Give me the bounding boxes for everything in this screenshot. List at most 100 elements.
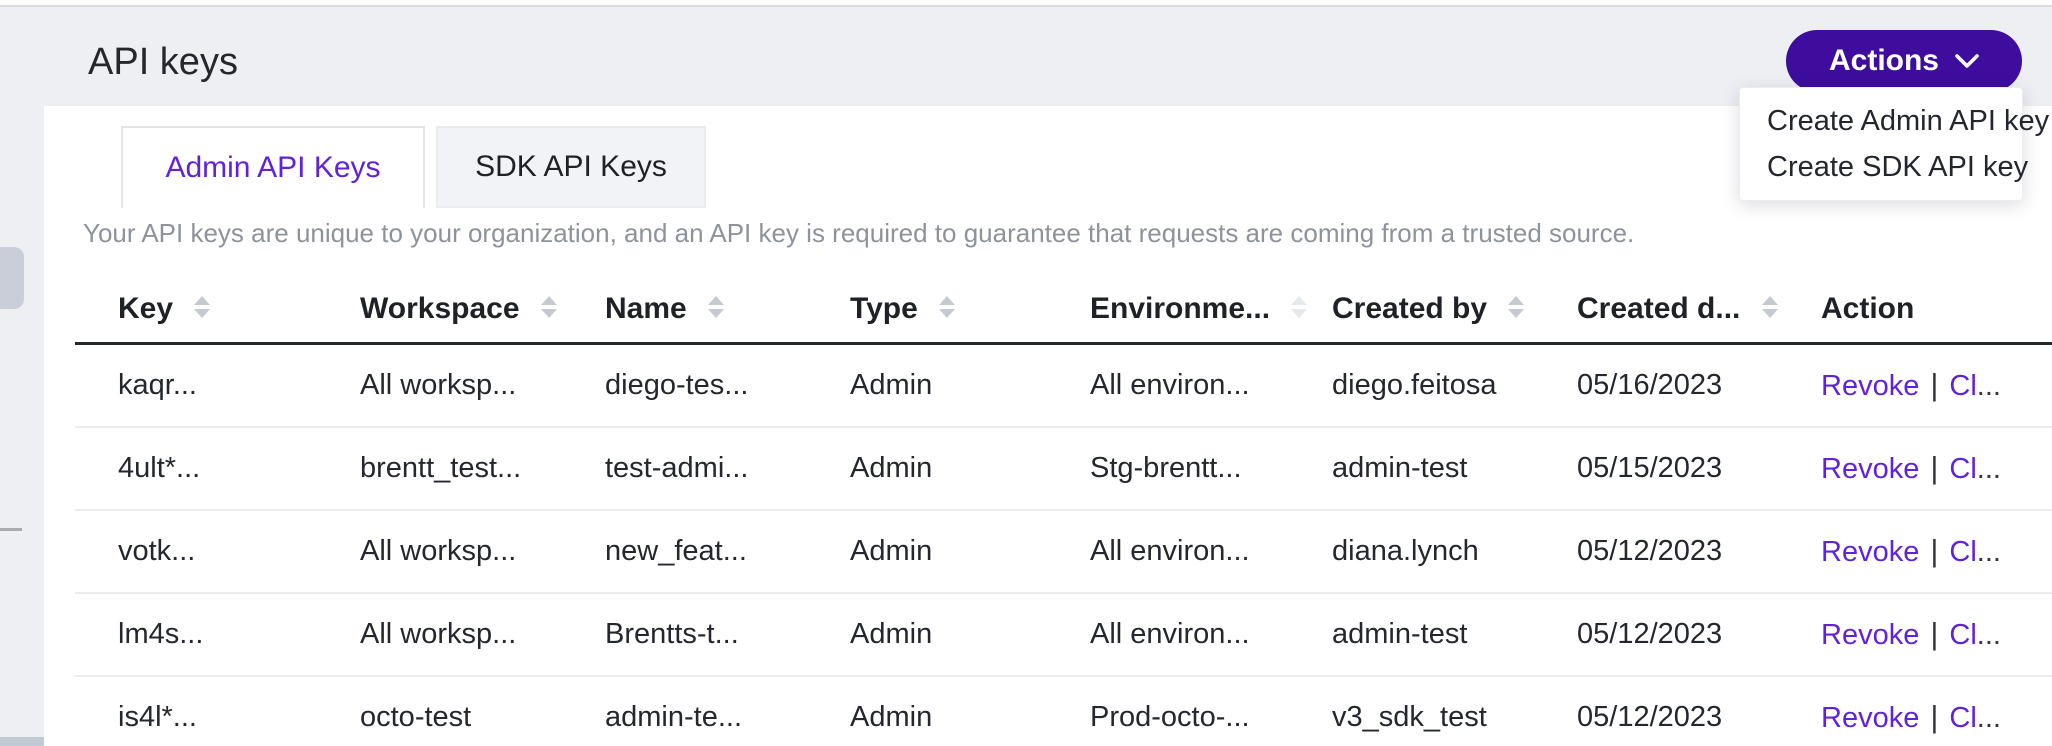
table-row: 4ult*... brentt_test... test-admi... Adm… [75,427,2052,510]
menu-item-create-sdk-api-key[interactable]: Create SDK API key [1740,144,2022,190]
table-row: kaqr... All worksp... diego-tes... Admin… [75,344,2052,427]
column-header-created-by[interactable]: Created by [1332,272,1577,344]
truncation-ellipsis: ... [1977,702,2001,734]
column-header-type[interactable]: Type [850,272,1090,344]
cell-name: test-admi... [605,427,850,510]
sort-icon [541,296,557,318]
cell-environment: Stg-brentt... [1090,427,1332,510]
action-separator: | [1930,699,1938,734]
revoke-link[interactable]: Revoke [1821,619,1919,651]
page-title: API keys [88,35,238,89]
revoke-link[interactable]: Revoke [1821,370,1919,402]
revoke-link[interactable]: Revoke [1821,536,1919,568]
cell-name: diego-tes... [605,344,850,427]
action-cell: Revoke|Cl... [1821,593,2052,676]
cell-environment: All environ... [1090,344,1332,427]
cell-workspace: brentt_test... [360,427,605,510]
column-label: Environme... [1090,292,1270,325]
tab-sdk-api-keys[interactable]: SDK API Keys [436,126,706,208]
cell-workspace: octo-test [360,676,605,746]
cell-type: Admin [850,427,1090,510]
cell-name: admin-te... [605,676,850,746]
column-header-action: Action [1821,272,2052,344]
action-cell: Revoke | Cl... [1821,676,2052,746]
column-label: Created d... [1577,292,1740,325]
column-label: Action [1821,292,1914,325]
chevron-down-icon [1955,54,1979,68]
action-separator: | [1930,533,1938,568]
actions-menu: Create Admin API key Create SDK API key [1739,87,2023,201]
action-separator: | [1930,450,1938,485]
actions-button[interactable]: Actions [1786,30,2022,92]
clone-link-text: Cl [1949,619,1976,651]
truncation-ellipsis: ... [1977,536,2001,568]
cell-created-by: diana.lynch [1332,510,1577,593]
cell-name: Brentts-t... [605,593,850,676]
column-label: Workspace [360,292,520,325]
action-cell: Revoke | Cl... [1821,427,2052,510]
cell-key: lm4s... [75,593,360,676]
cell-created-by: diego.feitosa [1332,344,1577,427]
revoke-link[interactable]: Revoke [1821,453,1919,485]
scrollbar-thumb[interactable] [0,247,24,309]
clone-link-text: Cl [1949,453,1976,485]
column-label: Created by [1332,292,1487,325]
revoke-link[interactable]: Revoke [1821,702,1919,734]
left-rail [0,106,44,746]
truncation-ellipsis: ... [1977,370,2001,402]
cell-key: kaqr... [75,344,360,427]
column-label: Key [118,292,173,325]
clone-link-text: Cl [1949,702,1976,734]
column-header-name[interactable]: Name [605,272,850,344]
actions-button-label: Actions [1829,44,1939,78]
cell-environment: Prod-octo-... [1090,676,1332,746]
sort-icon [939,296,955,318]
column-label: Name [605,292,687,325]
cell-created-date: 05/12/2023 [1577,676,1821,746]
cell-workspace: All worksp... [360,593,605,676]
clone-link-text: Cl [1949,536,1976,568]
clone-link[interactable]: Cl... [1949,453,2001,485]
rail-divider [0,528,22,531]
cell-type: Admin [850,676,1090,746]
cell-workspace: All worksp... [360,510,605,593]
cell-environment: All environ... [1090,593,1332,676]
column-header-key[interactable]: Key [75,272,360,344]
content-card: Admin API Keys SDK API Keys Your API key… [44,106,2052,746]
cell-created-date: 05/16/2023 [1577,344,1821,427]
cell-type: Admin [850,593,1090,676]
rail-bottom-block [0,737,44,746]
clone-link[interactable]: Cl... [1949,619,2001,651]
cell-key: is4l*... [75,676,360,746]
clone-link[interactable]: Cl... [1949,702,2001,734]
cell-environment: All environ... [1090,510,1332,593]
menu-item-create-admin-api-key[interactable]: Create Admin API key [1740,98,2022,144]
column-header-created-date[interactable]: Created d... [1577,272,1821,344]
clone-link[interactable]: Cl... [1949,536,2001,568]
api-keys-table: Key Workspace Name Type Environme... [75,272,2052,746]
cell-key: 4ult*... [75,427,360,510]
cell-created-date: 05/12/2023 [1577,510,1821,593]
cell-type: Admin [850,510,1090,593]
action-cell: Revoke | Cl... [1821,510,2052,593]
column-header-environment[interactable]: Environme... [1090,272,1332,344]
truncation-ellipsis: ... [1977,619,2001,651]
table-row: votk... All worksp... new_feat... Admin … [75,510,2052,593]
table-row: lm4s... All worksp... Brentts-t... Admin… [75,593,2052,676]
cell-workspace: All worksp... [360,344,605,427]
cell-created-by: v3_sdk_test [1332,676,1577,746]
sort-icon [708,296,724,318]
description: Your API keys are unique to your organiz… [83,216,2052,250]
sort-icon [1291,296,1307,318]
cell-type: Admin [850,344,1090,427]
sort-icon [1762,296,1778,318]
table-header-row: Key Workspace Name Type Environme... [75,272,2052,344]
clone-link[interactable]: Cl... [1949,370,2001,402]
sort-icon [1508,296,1524,318]
action-separator: | [1930,367,1938,402]
tab-admin-api-keys[interactable]: Admin API Keys [121,126,425,208]
truncation-ellipsis: ... [1977,453,2001,485]
cell-created-date: 05/12/2023 [1577,593,1821,676]
column-header-workspace[interactable]: Workspace [360,272,605,344]
cell-created-by: admin-test [1332,427,1577,510]
